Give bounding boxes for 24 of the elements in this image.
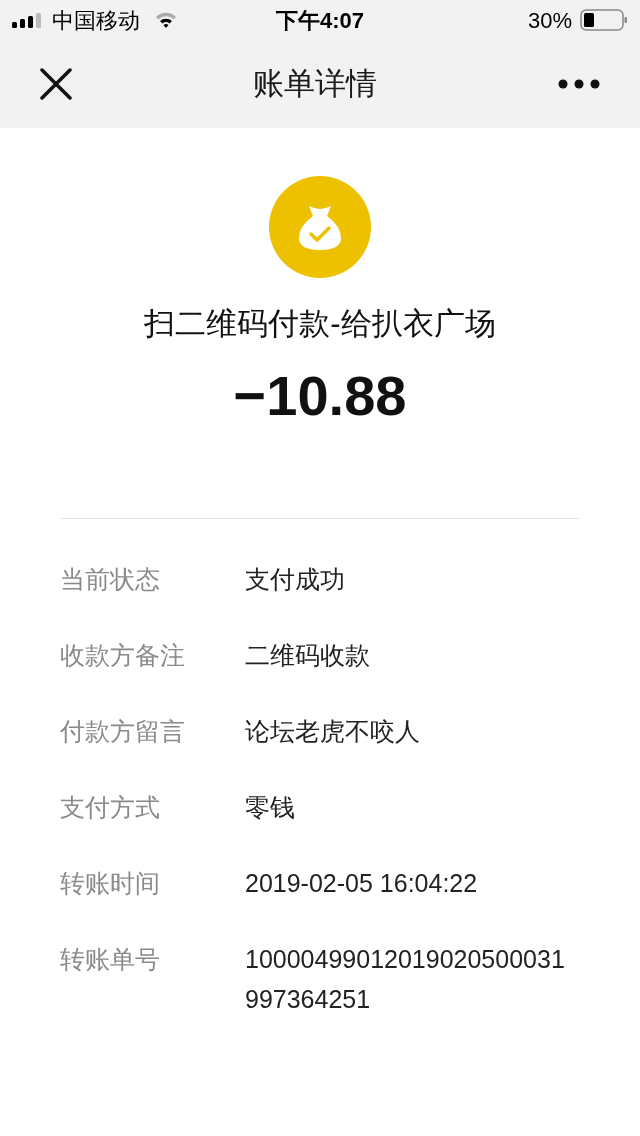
status-time: 下午4:07 bbox=[276, 6, 364, 35]
payment-amount: −10.88 bbox=[233, 364, 407, 428]
detail-label: 转账单号 bbox=[60, 944, 161, 975]
battery-percent: 30% bbox=[527, 6, 572, 35]
page-title: 账单详情 bbox=[253, 64, 377, 103]
battery-icon bbox=[580, 9, 628, 31]
detail-label: 收款方备注 bbox=[60, 640, 186, 671]
detail-label: 转账时间 bbox=[60, 868, 161, 899]
payment-title: 扫二维码付款-给扒衣广场 bbox=[144, 305, 496, 343]
detail-value: 10000499012019020500031997364251 bbox=[245, 944, 566, 1015]
detail-value: 2019-02-05 16:04:22 bbox=[245, 868, 479, 899]
detail-label: 支付方式 bbox=[60, 792, 161, 823]
detail-label: 付款方留言 bbox=[60, 716, 186, 747]
close-icon[interactable] bbox=[40, 68, 72, 100]
detail-label: 当前状态 bbox=[60, 564, 161, 595]
wifi-icon bbox=[154, 11, 178, 29]
more-icon[interactable] bbox=[558, 79, 600, 89]
signal-icon bbox=[12, 12, 42, 28]
detail-value: 零钱 bbox=[245, 792, 296, 823]
carrier-name: 中国移动 bbox=[52, 6, 140, 35]
detail-value: 支付成功 bbox=[245, 564, 346, 595]
detail-value: 二维码收款 bbox=[245, 640, 371, 671]
money-bag-icon bbox=[269, 176, 371, 278]
detail-value: 论坛老虎不咬人 bbox=[245, 716, 421, 747]
